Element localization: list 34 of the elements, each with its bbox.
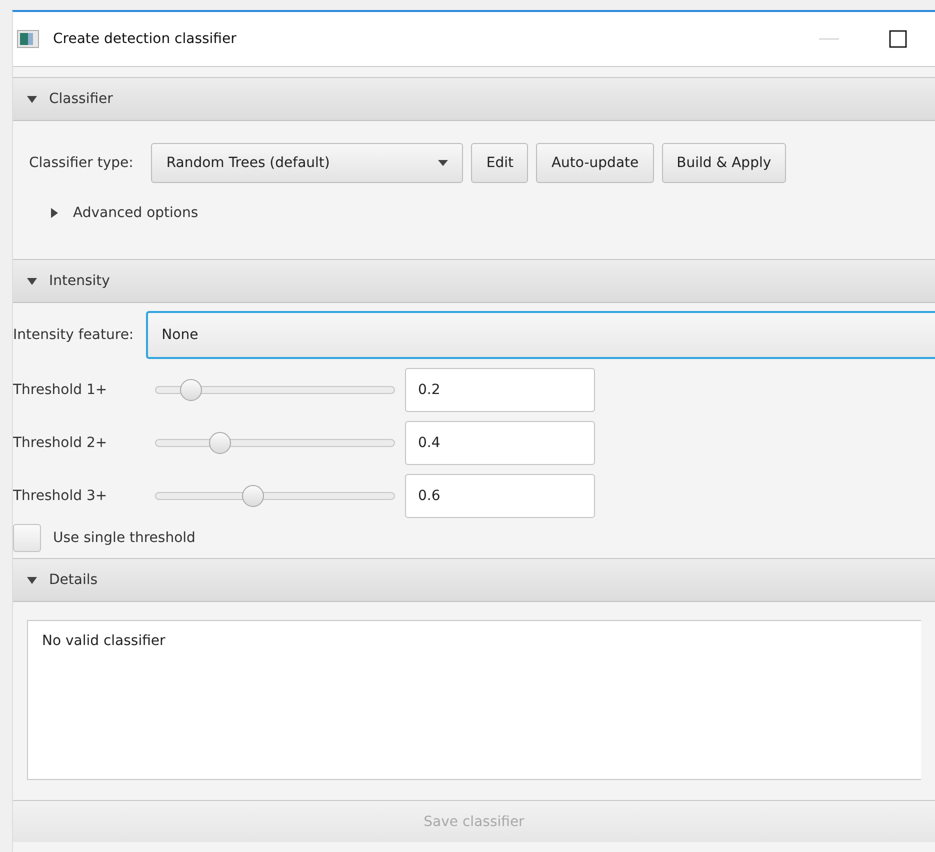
intensity-feature-dropdown[interactable]: None xyxy=(146,311,935,359)
threshold-input[interactable]: 0.4 xyxy=(405,420,595,464)
app-icon xyxy=(17,30,39,48)
expand-triangle-icon xyxy=(49,208,59,218)
intensity-feature-label: Intensity feature: xyxy=(13,327,134,343)
checkbox[interactable] xyxy=(13,524,41,552)
threshold-slider[interactable] xyxy=(155,378,395,400)
action-button[interactable]: Edit xyxy=(471,143,528,183)
collapse-triangle-icon xyxy=(27,94,37,104)
threshold-slider[interactable] xyxy=(155,484,395,506)
action-button[interactable]: Build & Apply xyxy=(662,143,786,183)
classifier-type-label: Classifier type: xyxy=(29,155,134,171)
slider-thumb[interactable] xyxy=(208,432,231,454)
section-header[interactable]: Details xyxy=(13,558,935,602)
slider-thumb[interactable] xyxy=(242,484,264,506)
section-header[interactable]: Intensity xyxy=(13,259,935,303)
checkbox-label: Use single threshold xyxy=(53,530,196,546)
threshold-label: Threshold 1+ xyxy=(13,382,108,398)
caret-icon xyxy=(438,160,448,166)
threshold-input[interactable]: 0.6 xyxy=(405,474,595,518)
threshold-input[interactable]: 0.2 xyxy=(405,368,595,412)
action-button[interactable]: Auto-update xyxy=(536,143,654,183)
classifier-type-dropdown[interactable]: Random Trees (default) xyxy=(151,143,464,183)
details-text-area: No valid classifier xyxy=(27,620,921,780)
advanced-options-toggle[interactable]: Advanced options xyxy=(49,205,919,221)
threshold-label: Threshold 2+ xyxy=(13,434,108,450)
section-header[interactable]: Classifier xyxy=(13,77,935,121)
threshold-label: Threshold 3+ xyxy=(13,488,108,504)
threshold-slider[interactable] xyxy=(155,432,395,454)
collapse-triangle-icon xyxy=(27,276,37,286)
window-title: Create detection classifier xyxy=(53,31,238,47)
maximize-icon[interactable] xyxy=(889,30,907,48)
slider-thumb[interactable] xyxy=(180,378,202,400)
collapse-triangle-icon xyxy=(27,575,37,585)
